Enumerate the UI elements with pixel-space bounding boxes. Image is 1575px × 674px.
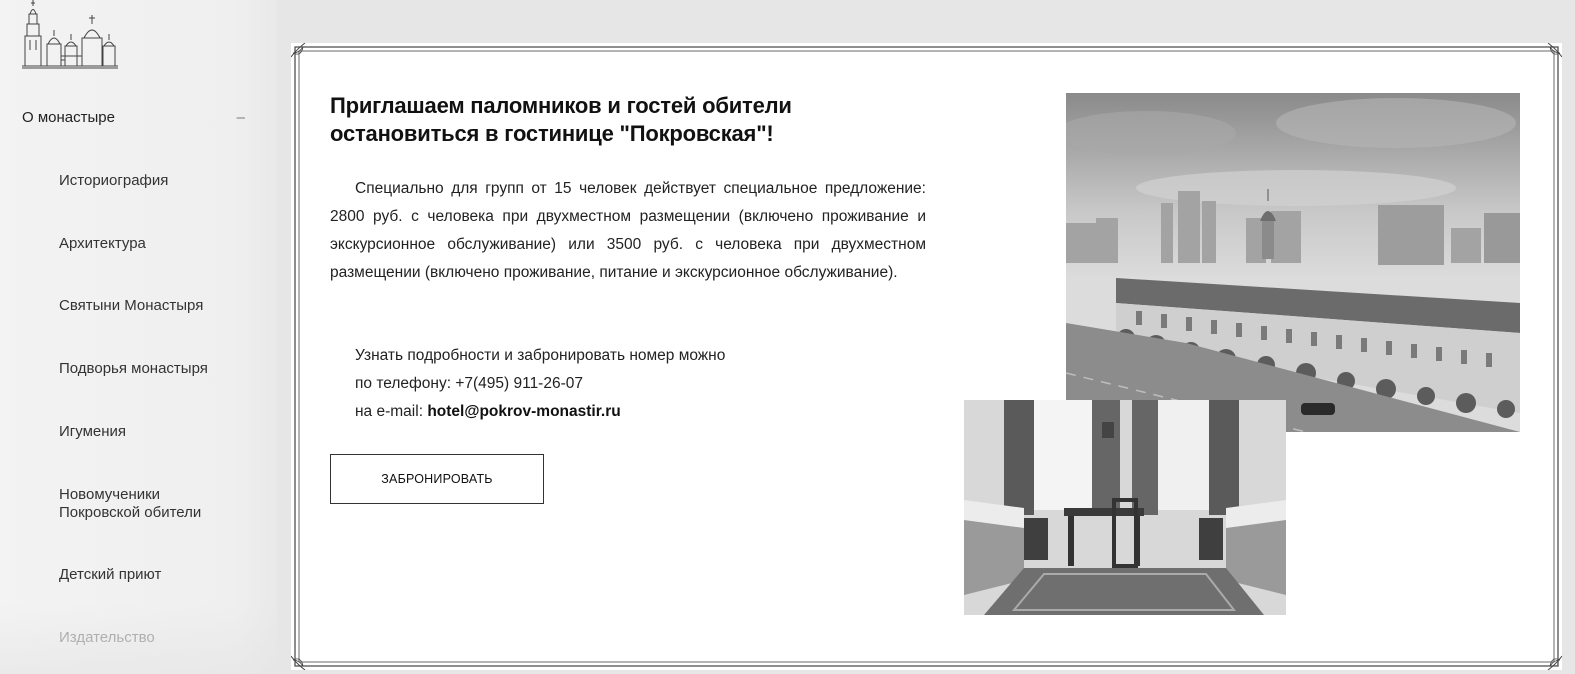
phone-line: по телефону: +7(495) 911-26-07 bbox=[355, 370, 855, 398]
sidebar-item-metochions[interactable]: Подворья монастыря bbox=[59, 360, 259, 378]
email-link[interactable]: hotel@pokrov-monastir.ru bbox=[427, 403, 620, 420]
phone-number[interactable]: +7(495) 911-26-07 bbox=[455, 375, 583, 392]
monastery-aerial-photo bbox=[1066, 93, 1520, 432]
sidebar-item-orphanage[interactable]: Детский приют bbox=[59, 566, 259, 584]
sidebar-item-publishing[interactable]: Издательство bbox=[59, 629, 259, 647]
sidebar-item-about-monastery[interactable]: О монастыре – bbox=[22, 107, 247, 127]
sidebar-item-historiography[interactable]: Историография bbox=[59, 172, 259, 190]
content-frame: Приглашаем паломников и гостей обители о… bbox=[291, 43, 1562, 670]
sidebar-item-shrines[interactable]: Святыни Монастыря bbox=[59, 297, 259, 315]
email-line: на e-mail: hotel@pokrov-monastir.ru bbox=[355, 398, 855, 426]
contact-intro: Узнать подробности и забронировать номер… bbox=[355, 347, 726, 364]
sidebar-item-abbess[interactable]: Игумения bbox=[59, 423, 259, 441]
monastery-logo-icon[interactable] bbox=[20, 0, 120, 70]
offer-paragraph: Специально для групп от 15 человек дейст… bbox=[330, 180, 926, 281]
sidebar-item-new-martyrs[interactable]: Новомученики Покровской обители bbox=[59, 486, 229, 522]
sidebar-item-label: О монастыре bbox=[22, 108, 115, 126]
page-title: Приглашаем паломников и гостей обители о… bbox=[330, 93, 792, 146]
sidebar: О монастыре – Историография Архитектура … bbox=[0, 0, 277, 674]
sidebar-item-architecture[interactable]: Архитектура bbox=[59, 235, 259, 253]
phone-label: по телефону: bbox=[355, 375, 456, 392]
collapse-icon[interactable]: – bbox=[237, 109, 247, 126]
contact-info: Узнать подробности и забронировать номер… bbox=[355, 342, 855, 426]
book-button[interactable]: ЗАБРОНИРОВАТЬ bbox=[330, 454, 544, 504]
email-label: на e-mail: bbox=[355, 403, 428, 420]
hotel-room-photo bbox=[964, 400, 1286, 615]
